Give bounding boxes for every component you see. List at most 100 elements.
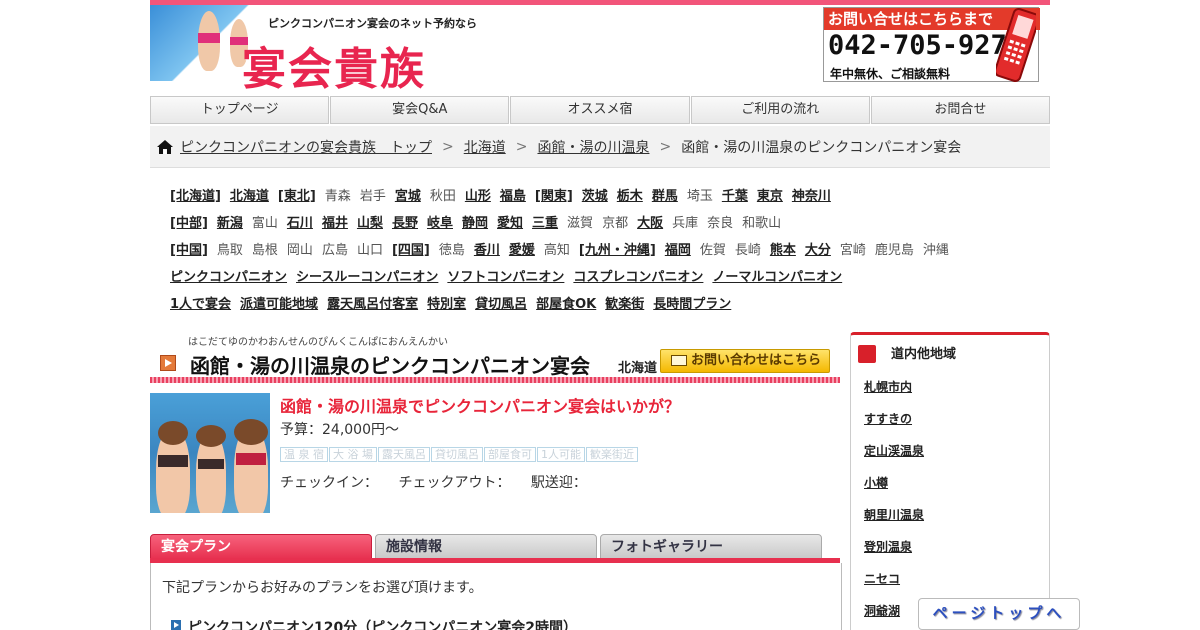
region-link[interactable]: 石川 bbox=[287, 216, 313, 231]
region-link[interactable]: 貸切風呂 bbox=[475, 297, 527, 312]
region-link[interactable]: 福岡 bbox=[665, 243, 691, 258]
region-link[interactable]: ノーマルコンパニオン bbox=[712, 270, 842, 285]
region-link[interactable]: 長野 bbox=[392, 216, 418, 231]
region-row: ピンクコンパニオン シースルーコンパニオン ソフトコンパニオン コスプレコンパニオンノ… bbox=[170, 264, 1030, 291]
region-link[interactable]: 1人で宴会 bbox=[170, 297, 231, 312]
sidebar-other-areas: 道内他地域 札幌市内 すすきの 定山渓温泉 小樽 朝里川温泉 登別温泉 ニセコ … bbox=[850, 332, 1050, 630]
region-label: 富山 bbox=[251, 216, 278, 231]
photo-figure-hair bbox=[196, 425, 226, 447]
region-link[interactable]: [関東] bbox=[535, 189, 573, 204]
region-link[interactable]: 歓楽街 bbox=[605, 297, 644, 312]
tab-plan[interactable]: 宴会プラン bbox=[150, 534, 372, 560]
page-top-button[interactable]: ページトップへ bbox=[918, 598, 1080, 630]
region-link[interactable]: シースルーコンパニオン bbox=[296, 270, 438, 285]
region-link[interactable]: 栃木 bbox=[617, 189, 643, 204]
breadcrumb: ピンクコンパニオンの宴会貴族 トップ > 北海道 > 函館・湯の川温泉 > 函館… bbox=[150, 126, 1050, 168]
region-label: 長崎 bbox=[734, 243, 761, 258]
region-label: 島根 bbox=[251, 243, 278, 258]
region-label: 岡山 bbox=[286, 243, 313, 258]
region-link[interactable]: 三重 bbox=[532, 216, 558, 231]
breadcrumb-link-top[interactable]: ピンクコンパニオンの宴会貴族 トップ bbox=[180, 137, 432, 157]
region-link[interactable]: 特別室 bbox=[427, 297, 466, 312]
region-link[interactable]: 新潟 bbox=[217, 216, 243, 231]
nav-contact[interactable]: お問合せ bbox=[870, 96, 1051, 124]
region-label: 秋田 bbox=[429, 189, 456, 204]
region-link[interactable]: 岐阜 bbox=[427, 216, 453, 231]
plan-intro: 下記プランからお好みのプランをお選び頂けます。 bbox=[162, 580, 483, 596]
region-link[interactable]: 香川 bbox=[474, 243, 500, 258]
region-link[interactable]: 北海道 bbox=[230, 189, 269, 204]
region-link[interactable]: 群馬 bbox=[652, 189, 678, 204]
region-link[interactable]: 神奈川 bbox=[792, 189, 831, 204]
sidebar-item-otaru[interactable]: 小樽 bbox=[864, 471, 1039, 503]
home-icon[interactable] bbox=[156, 139, 174, 155]
region-link[interactable]: [四国] bbox=[392, 243, 430, 258]
hotel-times: チェックイン： チェックアウト： 駅送迎： bbox=[280, 472, 603, 492]
region-link[interactable]: 東京 bbox=[757, 189, 783, 204]
sidebar-item-noboribetsu[interactable]: 登別温泉 bbox=[864, 535, 1039, 567]
inquiry-button-label: お問い合わせはこちら bbox=[691, 353, 822, 368]
sidebar-item-jozankei[interactable]: 定山渓温泉 bbox=[864, 439, 1039, 471]
region-link[interactable]: [北海道] bbox=[170, 189, 221, 204]
region-link[interactable]: 大分 bbox=[805, 243, 831, 258]
region-link[interactable]: ピンクコンパニオン bbox=[170, 270, 287, 285]
breadcrumb-link-area[interactable]: 函館・湯の川温泉 bbox=[537, 137, 649, 157]
nav-top[interactable]: トップページ bbox=[150, 96, 330, 124]
region-link[interactable]: [中国] bbox=[170, 243, 208, 258]
facility-tag: 温 泉 宿 bbox=[280, 447, 328, 462]
nav-qa[interactable]: 宴会Q&A bbox=[330, 96, 510, 124]
photo-figure-hair bbox=[234, 419, 268, 445]
region-link[interactable]: 山形 bbox=[465, 189, 491, 204]
contact-note: 年中無休、ご相談無料 bbox=[830, 67, 951, 81]
nav-recommended[interactable]: オススメ宿 bbox=[510, 96, 690, 124]
site-logo[interactable]: ピンクコンパニオン宴会のネット予約なら 宴会貴族 bbox=[150, 5, 477, 95]
region-label: 宮崎 bbox=[839, 243, 866, 258]
region-link[interactable]: 熊本 bbox=[770, 243, 796, 258]
sidebar-item-asarigawa[interactable]: 朝里川温泉 bbox=[864, 503, 1039, 535]
region-link[interactable]: 派遣可能地域 bbox=[240, 297, 318, 312]
sidebar-item-sapporo[interactable]: 札幌市内 bbox=[864, 375, 1039, 407]
tab-photo-gallery[interactable]: フォトギャラリー bbox=[600, 534, 822, 560]
region-link[interactable]: 大阪 bbox=[637, 216, 663, 231]
region-label: 佐賀 bbox=[699, 243, 726, 258]
checkout-label: チェックアウト： bbox=[398, 475, 511, 491]
region-link[interactable]: 愛媛 bbox=[509, 243, 535, 258]
region-link[interactable]: 福島 bbox=[500, 189, 526, 204]
region-link[interactable]: ソフトコンパニオン bbox=[447, 270, 564, 285]
region-link[interactable]: 宮城 bbox=[395, 189, 421, 204]
region-link[interactable]: 山梨 bbox=[357, 216, 383, 231]
inquiry-button[interactable]: お問い合わせはこちら bbox=[660, 349, 830, 373]
region-row: [北海道] 北海道 [東北] 青森 岩手 宮城 秋田 山形 福島 [関東] 茨城 栃木 群馬 埼玉 千葉 東京… bbox=[170, 183, 1030, 210]
region-link[interactable]: 茨城 bbox=[582, 189, 608, 204]
global-nav: トップページ 宴会Q&A オススメ宿 ご利用の流れ お問合せ bbox=[150, 96, 1051, 124]
region-link[interactable]: コスプレコンパニオン bbox=[573, 270, 703, 285]
page-title-reading: はこだてゆのかわおんせんのぴんくこんぱにおんえんかい bbox=[188, 337, 448, 348]
region-link[interactable]: 愛知 bbox=[497, 216, 523, 231]
region-link[interactable]: 千葉 bbox=[722, 189, 748, 204]
region-link[interactable]: [九州・沖縄] bbox=[579, 243, 656, 258]
facility-tag: 1人可能 bbox=[537, 447, 585, 462]
nav-flow[interactable]: ご利用の流れ bbox=[690, 96, 870, 124]
plan-item[interactable]: ピンクコンパニオン120分（ピンクコンパニオン宴会2時間） bbox=[171, 617, 577, 630]
chevron-right-icon: > bbox=[515, 138, 528, 155]
sidebar-header: 道内他地域 bbox=[851, 335, 1049, 367]
region-row: 1人で宴会 派遣可能地域 露天風呂付客室 特別室 貸切風呂 部屋食OK 歓楽街 長時間プラン bbox=[170, 291, 1030, 318]
tab-facility[interactable]: 施設情報 bbox=[375, 534, 597, 560]
chevron-right-icon: > bbox=[442, 138, 454, 155]
plan-item-label: ピンクコンパニオン120分（ピンクコンパニオン宴会2時間） bbox=[188, 620, 577, 630]
region-link[interactable]: [中部] bbox=[170, 216, 208, 231]
sidebar-item-niseko[interactable]: ニセコ bbox=[864, 567, 1039, 599]
mobile-phone-icon bbox=[996, 8, 1036, 82]
region-link[interactable]: 露天風呂付客室 bbox=[327, 297, 418, 312]
region-label: 徳島 bbox=[438, 243, 465, 258]
breadcrumb-link-hokkaido[interactable]: 北海道 bbox=[464, 137, 506, 157]
sidebar-item-susukino[interactable]: すすきの bbox=[864, 407, 1039, 439]
region-link[interactable]: [東北] bbox=[278, 189, 316, 204]
logo-text: 宴会貴族 bbox=[242, 44, 426, 95]
region-link[interactable]: 福井 bbox=[322, 216, 348, 231]
hotel-photo[interactable] bbox=[150, 393, 270, 513]
region-link[interactable]: 長時間プラン bbox=[653, 297, 731, 312]
region-link[interactable]: 部屋食OK bbox=[536, 297, 596, 312]
title-divider bbox=[150, 377, 840, 383]
region-link[interactable]: 静岡 bbox=[462, 216, 488, 231]
